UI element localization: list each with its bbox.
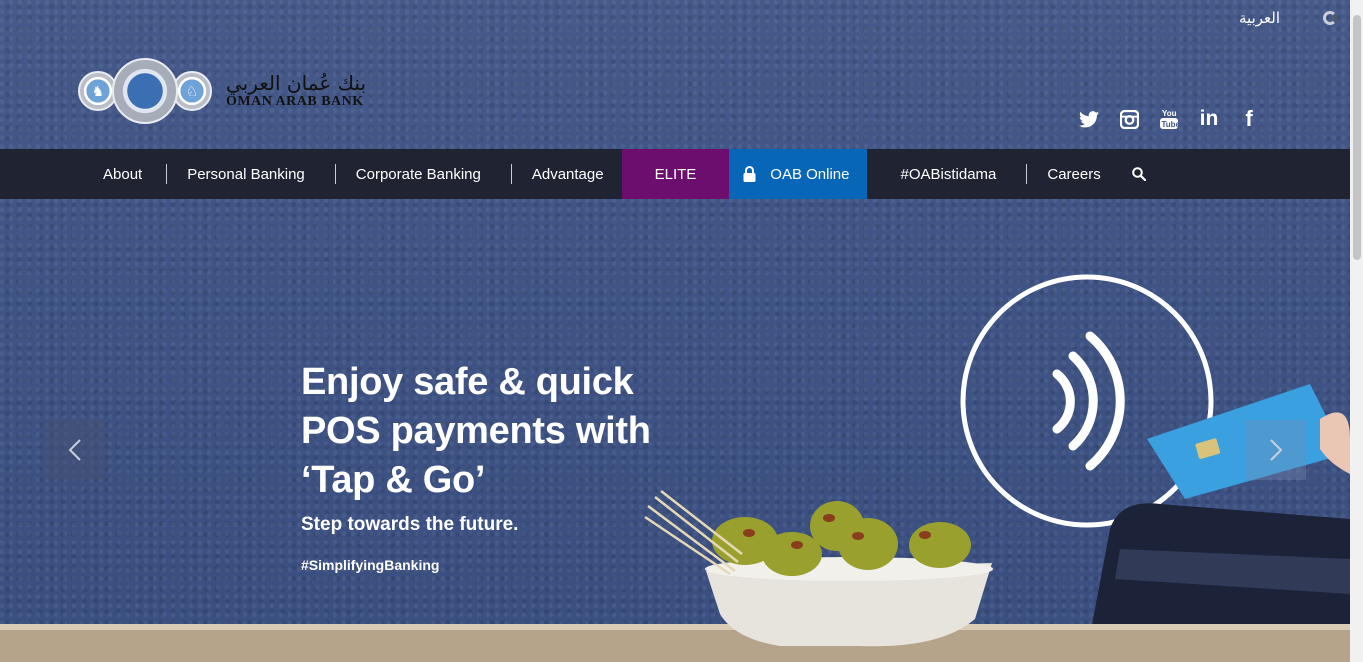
nav-personal-banking[interactable]: Personal Banking — [167, 149, 336, 199]
social-links: You Tube in f — [1078, 106, 1260, 131]
page-scrollbar[interactable] — [1350, 0, 1363, 662]
instagram-icon[interactable] — [1118, 107, 1140, 131]
nav-corporate-banking[interactable]: Corporate Banking — [336, 149, 512, 199]
horse-seal-icon: ♘ — [172, 71, 212, 111]
globe-seal-icon — [112, 58, 178, 124]
chevron-right-icon — [1270, 439, 1283, 461]
linkedin-icon[interactable]: in — [1198, 107, 1220, 131]
logo-wordmark: بنك عُمان العربي OMAN ARAB BANK — [226, 72, 366, 110]
hero-illustration — [0, 274, 1350, 662]
youtube-icon[interactable]: You Tube — [1158, 107, 1180, 131]
facebook-icon[interactable]: f — [1238, 106, 1260, 131]
contactless-wave-2 — [1068, 351, 1098, 451]
nav-careers[interactable]: Careers — [1027, 149, 1118, 199]
nav-oab-online-label: OAB Online — [770, 165, 850, 183]
scrollbar-thumb[interactable] — [1353, 15, 1361, 260]
svg-text:Tube: Tube — [1162, 120, 1180, 129]
nav-about[interactable]: About — [78, 149, 168, 199]
svg-text:You: You — [1162, 109, 1177, 118]
hero-subline: Step towards the future. — [301, 514, 519, 535]
headline-line-2: POS payments with — [301, 410, 651, 452]
headline-line-3: ‘Tap & Go’ — [301, 459, 486, 501]
chevron-left-icon — [68, 439, 81, 461]
nav-oab-online[interactable]: OAB Online — [729, 149, 867, 199]
language-switch-link[interactable]: العربية — [1239, 9, 1280, 27]
hero-headline: Enjoy safe & quick POS payments with ‘Ta… — [301, 358, 651, 505]
lock-icon — [743, 166, 756, 182]
loading-spinner-icon — [1323, 11, 1337, 25]
nav-elite[interactable]: ELITE — [621, 149, 730, 199]
hero-carousel: Enjoy safe & quick POS payments with ‘Ta… — [0, 199, 1350, 662]
carousel-prev-button[interactable] — [45, 420, 105, 480]
nav-oabistidama[interactable]: #OABistidama — [867, 149, 1028, 199]
search-icon — [1131, 167, 1146, 181]
search-button[interactable] — [1119, 149, 1159, 199]
headline-line-1: Enjoy safe & quick — [301, 361, 634, 403]
logo-arabic-text: بنك عُمان العربي — [226, 71, 367, 95]
twitter-icon[interactable] — [1078, 107, 1100, 131]
nav-advantage[interactable]: Advantage — [512, 149, 622, 199]
bank-logo[interactable]: ♞ ♘ بنك عُمان العربي OMAN ARAB BANK — [78, 56, 368, 126]
hand — [1320, 412, 1350, 474]
main-navigation: About Personal Banking Corporate Banking… — [0, 149, 1350, 199]
contactless-circle — [960, 274, 1214, 528]
logo-english-text: OMAN ARAB BANK — [226, 94, 364, 109]
hero-hashtag: #SimplifyingBanking — [301, 557, 440, 573]
carousel-next-button[interactable] — [1246, 420, 1306, 480]
contactless-wave-1 — [1052, 369, 1075, 434]
site-header: العربية ♞ ♘ بنك عُمان العربي OMAN ARAB B… — [0, 0, 1350, 149]
